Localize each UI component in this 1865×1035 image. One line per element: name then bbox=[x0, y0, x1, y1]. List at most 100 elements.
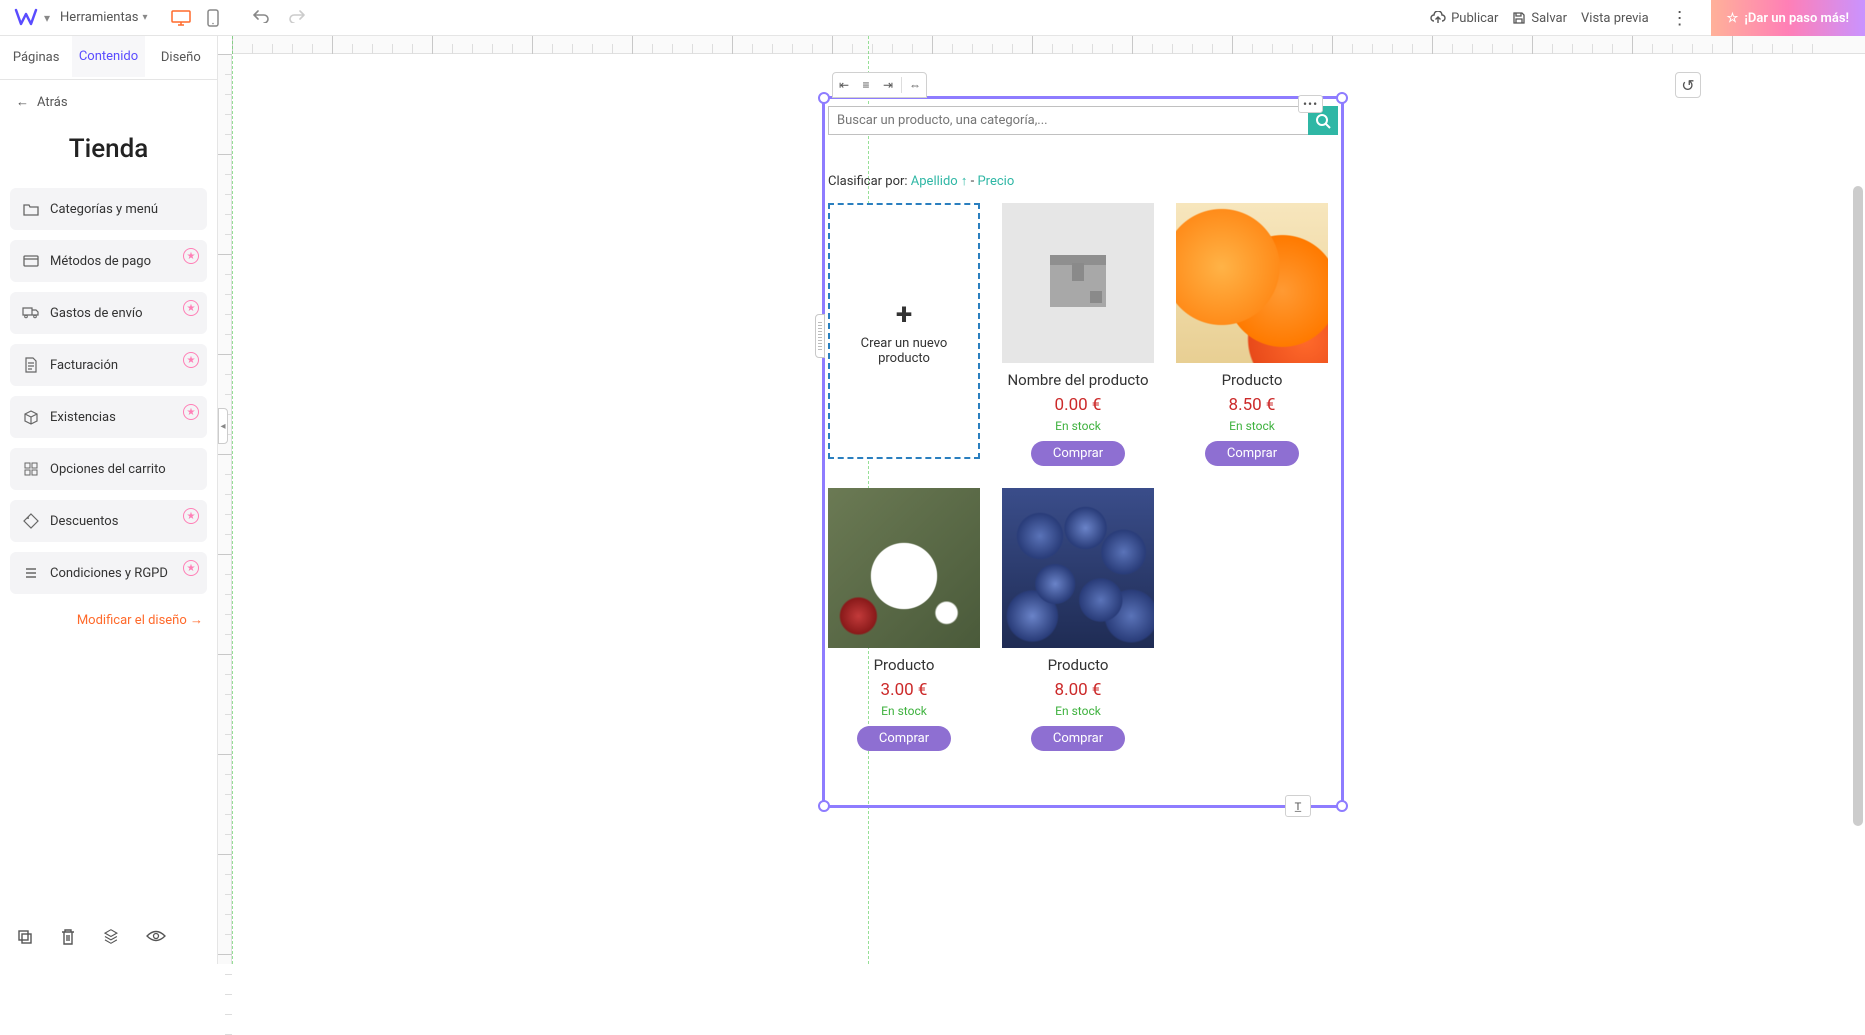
option-categories[interactable]: Categorías y menú bbox=[10, 188, 207, 230]
option-terms[interactable]: Condiciones y RGPD ★ bbox=[10, 552, 207, 594]
device-switcher bbox=[170, 7, 224, 29]
option-shipping[interactable]: Gastos de envío ★ bbox=[10, 292, 207, 334]
product-search bbox=[828, 106, 1338, 135]
resize-handle-tl[interactable] bbox=[818, 92, 830, 104]
eye-icon bbox=[146, 929, 166, 943]
alignment-toolbar: ⇤ ≡ ⇥ ⇔ bbox=[832, 72, 927, 98]
preview-eye-button[interactable] bbox=[146, 928, 166, 950]
panel-title: Tienda bbox=[0, 124, 217, 188]
align-right-button[interactable]: ⇥ bbox=[877, 74, 899, 96]
text-style-button[interactable]: T̲ bbox=[1285, 795, 1311, 817]
chevron-down-icon: ▾ bbox=[143, 12, 148, 23]
option-cart[interactable]: Opciones del carrito bbox=[10, 448, 207, 490]
mobile-view-button[interactable] bbox=[202, 7, 224, 29]
card-icon bbox=[22, 252, 40, 270]
product-card[interactable]: Producto 3.00 € En stock Comprar bbox=[828, 488, 980, 751]
product-price: 0.00 € bbox=[1055, 395, 1102, 415]
buy-button[interactable]: Comprar bbox=[1031, 726, 1125, 751]
buy-button[interactable]: Comprar bbox=[1205, 441, 1299, 466]
canvas-scrollbar[interactable] bbox=[1853, 186, 1863, 826]
align-center-button[interactable]: ≡ bbox=[855, 74, 877, 96]
top-toolbar: ▾ Herramientas ▾ Publicar Salvar Vista p… bbox=[0, 0, 1865, 36]
layers-button[interactable] bbox=[102, 928, 120, 950]
product-price: 8.00 € bbox=[1055, 680, 1102, 700]
upgrade-cta-label: ¡Dar un paso más! bbox=[1744, 11, 1849, 26]
tab-content-label: Contenido bbox=[79, 49, 138, 64]
create-product-card[interactable]: + Crear un nuevo producto bbox=[828, 203, 980, 459]
drag-handle[interactable] bbox=[815, 314, 825, 358]
top-right-group: Publicar Salvar Vista previa ⋮ ☆ ¡Dar un… bbox=[1430, 0, 1865, 36]
panel-collapse-handle[interactable] bbox=[218, 408, 228, 444]
option-invoicing[interactable]: Facturación ★ bbox=[10, 344, 207, 386]
preview-button[interactable]: Vista previa bbox=[1581, 11, 1649, 26]
premium-star-icon: ★ bbox=[183, 560, 199, 576]
option-stock[interactable]: Existencias ★ bbox=[10, 396, 207, 438]
sort-by-price[interactable]: Precio bbox=[977, 174, 1014, 189]
option-discounts[interactable]: Descuentos ★ bbox=[10, 500, 207, 542]
product-name: Nombre del producto bbox=[1007, 371, 1148, 389]
product-grid: + Crear un nuevo producto Nombre del pro… bbox=[828, 203, 1338, 751]
save-button[interactable]: Salvar bbox=[1512, 11, 1567, 26]
option-payment[interactable]: Métodos de pago ★ bbox=[10, 240, 207, 282]
tab-design[interactable]: Diseño bbox=[145, 36, 217, 79]
product-card[interactable]: Producto 8.50 € En stock Comprar bbox=[1176, 203, 1328, 466]
back-button[interactable]: ← Atrás bbox=[0, 80, 217, 124]
sort-by-name[interactable]: Apellido ↑ bbox=[911, 174, 968, 189]
reset-button[interactable]: ↺ bbox=[1675, 72, 1701, 98]
left-panel: Páginas Contenido Diseño ← Atrás Tienda … bbox=[0, 36, 218, 964]
delete-button[interactable] bbox=[60, 928, 76, 950]
align-left-button[interactable]: ⇤ bbox=[833, 74, 855, 96]
app-logo-icon bbox=[14, 6, 38, 30]
tools-menu[interactable]: Herramientas ▾ bbox=[60, 10, 148, 25]
option-label: Gastos de envío bbox=[50, 306, 143, 321]
create-product-label: Crear un nuevo producto bbox=[830, 336, 978, 366]
undo-button[interactable] bbox=[252, 8, 270, 27]
option-label: Opciones del carrito bbox=[50, 462, 166, 477]
site-switcher-chevron-icon[interactable]: ▾ bbox=[44, 11, 50, 25]
buy-button[interactable]: Comprar bbox=[1031, 441, 1125, 466]
publish-button[interactable]: Publicar bbox=[1430, 11, 1498, 26]
product-card[interactable]: Nombre del producto 0.00 € En stock Comp… bbox=[1002, 203, 1154, 466]
product-thumb bbox=[1002, 203, 1154, 363]
undo-icon bbox=[252, 9, 270, 23]
sort-sep: - bbox=[971, 174, 975, 189]
redo-button bbox=[288, 8, 306, 27]
monitor-icon bbox=[171, 10, 191, 26]
tab-pages[interactable]: Páginas bbox=[0, 36, 72, 79]
layers-icon bbox=[102, 928, 120, 946]
premium-star-icon: ★ bbox=[183, 404, 199, 420]
grid-icon bbox=[22, 460, 40, 478]
box-icon bbox=[22, 408, 40, 426]
product-stock: En stock bbox=[1055, 704, 1101, 718]
save-icon bbox=[1512, 11, 1526, 25]
buy-button[interactable]: Comprar bbox=[857, 726, 951, 751]
desktop-view-button[interactable] bbox=[170, 7, 192, 29]
product-stock: En stock bbox=[1055, 419, 1101, 433]
tab-content[interactable]: Contenido bbox=[72, 36, 144, 79]
product-stock: En stock bbox=[1229, 419, 1275, 433]
product-price: 3.00 € bbox=[881, 680, 928, 700]
bottom-actions bbox=[0, 914, 217, 964]
option-label: Existencias bbox=[50, 410, 116, 425]
tab-design-label: Diseño bbox=[161, 50, 201, 65]
product-thumb bbox=[1002, 488, 1154, 648]
list-icon bbox=[22, 564, 40, 582]
search-input[interactable] bbox=[828, 106, 1308, 135]
element-more-button[interactable]: ••• bbox=[1298, 95, 1323, 113]
store-widget: Clasificar por: Apellido ↑ - Precio + Cr… bbox=[828, 106, 1338, 751]
resize-handle-br[interactable] bbox=[1336, 800, 1348, 812]
stretch-button[interactable]: ⇔ bbox=[904, 74, 926, 96]
copy-button[interactable] bbox=[16, 928, 34, 950]
editor-canvas[interactable]: ⇤ ≡ ⇥ ⇔ ↺ ••• T̲ Clasificar por: Apellid… bbox=[218, 36, 1865, 964]
phone-icon bbox=[207, 9, 219, 27]
product-card[interactable]: Producto 8.00 € En stock Comprar bbox=[1002, 488, 1154, 751]
modify-design-label: Modificar el diseño → bbox=[77, 612, 203, 628]
upgrade-cta-button[interactable]: ☆ ¡Dar un paso más! bbox=[1711, 0, 1865, 36]
tools-menu-label: Herramientas bbox=[60, 10, 138, 25]
cloud-upload-icon bbox=[1430, 11, 1446, 25]
resize-handle-bl[interactable] bbox=[818, 800, 830, 812]
resize-handle-tr[interactable] bbox=[1336, 92, 1348, 104]
more-menu-button[interactable]: ⋮ bbox=[1663, 8, 1697, 29]
plus-icon: + bbox=[896, 297, 912, 332]
modify-design-link[interactable]: Modificar el diseño → bbox=[0, 594, 217, 646]
